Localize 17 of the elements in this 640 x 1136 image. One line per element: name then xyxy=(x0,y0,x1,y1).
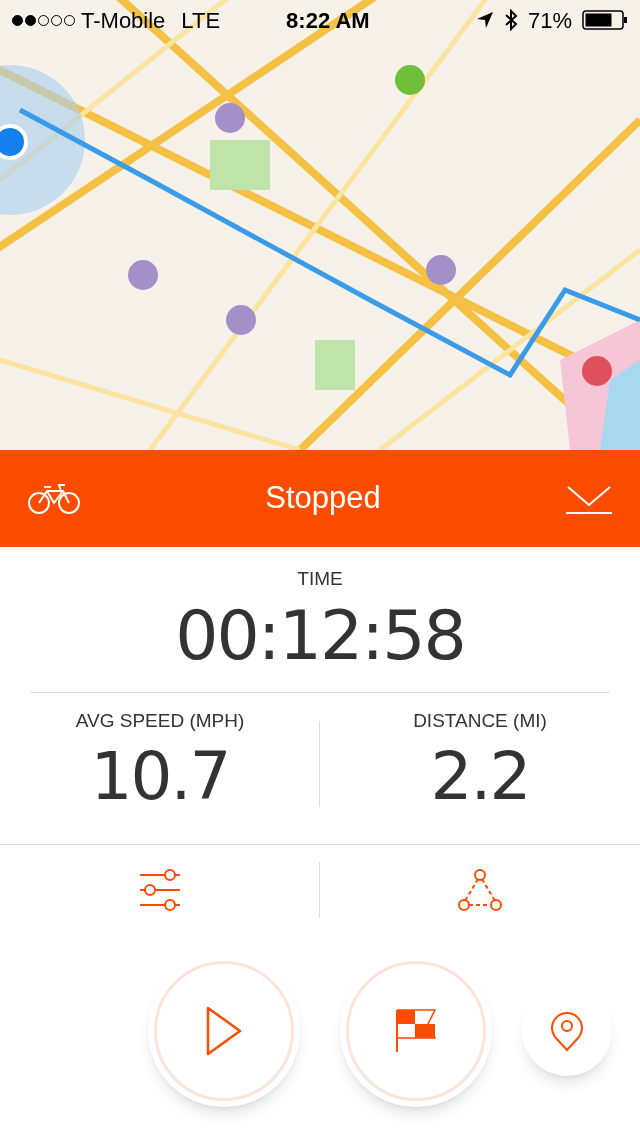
checkered-flag-icon xyxy=(395,1007,437,1054)
stat-value: 2.2 xyxy=(430,737,530,817)
header-title: Stopped xyxy=(264,479,382,518)
play-icon xyxy=(205,1005,243,1056)
time-value: 00:12:58 xyxy=(175,594,465,677)
battery-percent: 71% xyxy=(527,6,572,35)
bluetooth-icon xyxy=(503,9,518,31)
battery-icon xyxy=(582,10,628,30)
settings-sliders-icon[interactable] xyxy=(137,867,182,912)
stat-label: DISTANCE (MI) xyxy=(413,708,547,733)
network-type: LTE xyxy=(181,6,221,35)
route-triangle-icon[interactable] xyxy=(457,867,503,912)
stat-value: 10.7 xyxy=(90,737,230,817)
location-arrow-icon xyxy=(475,11,494,29)
location-pin-icon xyxy=(550,1009,584,1052)
time-label: TIME xyxy=(297,567,343,591)
stat-label: AVG SPEED (MPH) xyxy=(75,708,245,733)
